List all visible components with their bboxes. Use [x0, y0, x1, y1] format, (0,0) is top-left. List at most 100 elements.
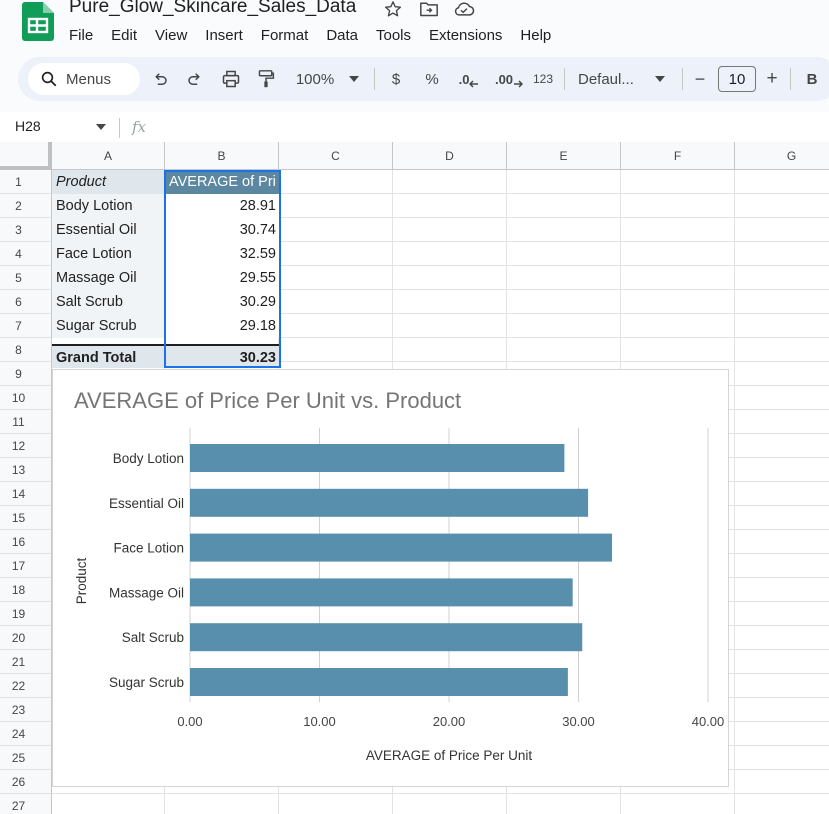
zoom-select[interactable]: 100%: [290, 66, 340, 92]
row-header-18[interactable]: 18: [0, 578, 52, 602]
row-header-1[interactable]: 1: [0, 170, 52, 194]
row-header-12[interactable]: 12: [0, 434, 52, 458]
x-tick-label: 10.00: [303, 714, 336, 729]
row-header-22[interactable]: 22: [0, 674, 52, 698]
pivot-product-cell[interactable]: Body Lotion: [52, 194, 165, 218]
chart-bar: [190, 444, 565, 472]
row-header-4[interactable]: 4: [0, 242, 52, 266]
toolbar-divider: [564, 68, 565, 90]
row-header-9[interactable]: 9: [0, 362, 52, 386]
font-size-input[interactable]: 10: [718, 66, 756, 92]
font-select[interactable]: Defaul...: [578, 66, 650, 92]
row-header-21[interactable]: 21: [0, 650, 52, 674]
minus-label: −: [694, 68, 706, 89]
bold-button[interactable]: B: [802, 66, 822, 92]
number-format-button[interactable]: 123: [528, 66, 558, 92]
column-header-e[interactable]: E: [507, 142, 621, 170]
row-header-26[interactable]: 26: [0, 770, 52, 794]
percent-format-button[interactable]: %: [421, 66, 443, 92]
pivot-average-cell[interactable]: 30.74: [165, 218, 280, 242]
menu-insert[interactable]: Insert: [196, 26, 252, 48]
menu-extensions[interactable]: Extensions: [420, 26, 511, 48]
row-header-24[interactable]: 24: [0, 722, 52, 746]
document-title[interactable]: Pure_Glow_Skincare_Sales_Data: [69, 0, 356, 18]
menu-edit[interactable]: Edit: [102, 26, 146, 48]
increase-decimal-button[interactable]: .00: [492, 66, 526, 92]
bar-chart[interactable]: AVERAGE of Price Per Unit vs. Product 0.…: [52, 369, 729, 787]
search-icon: [41, 71, 57, 87]
name-box[interactable]: H28: [15, 118, 41, 134]
column-header-b[interactable]: B: [165, 142, 279, 170]
zoom-dropdown-icon[interactable]: [346, 66, 362, 92]
search-menus-button[interactable]: Menus: [28, 63, 140, 95]
decrease-decimal-label: .0: [458, 71, 470, 87]
row-header-8[interactable]: 8: [0, 338, 52, 362]
column-header-a[interactable]: A: [52, 142, 165, 170]
menu-format[interactable]: Format: [252, 26, 318, 48]
chart-bar: [190, 668, 568, 696]
row-header-7[interactable]: 7: [0, 314, 52, 338]
row-header-13[interactable]: 13: [0, 458, 52, 482]
toolbar-divider: [682, 68, 683, 90]
pivot-average-cell[interactable]: 28.91: [165, 194, 280, 218]
row-header-14[interactable]: 14: [0, 482, 52, 506]
row-header-6[interactable]: 6: [0, 290, 52, 314]
pivot-average-cell[interactable]: 29.55: [165, 266, 280, 290]
pivot-average-cell[interactable]: 30.29: [165, 290, 280, 314]
row-header-15[interactable]: 15: [0, 506, 52, 530]
pivot-product-cell[interactable]: Sugar Scrub: [52, 314, 165, 338]
row-header-20[interactable]: 20: [0, 626, 52, 650]
chart-bar: [190, 533, 613, 562]
select-all-corner[interactable]: [0, 142, 52, 170]
column-header-c[interactable]: C: [279, 142, 393, 170]
row-header-25[interactable]: 25: [0, 746, 52, 770]
row-header-27[interactable]: 27: [0, 794, 52, 814]
toolbar: Menus 100% $ % .0 .00 123 Defaul... − 10…: [18, 57, 829, 101]
name-box-dropdown-icon[interactable]: [96, 124, 106, 130]
menu-help[interactable]: Help: [511, 26, 560, 48]
increase-font-size-button[interactable]: +: [762, 66, 782, 92]
search-menus-label: Menus: [66, 70, 112, 88]
pivot-header-average[interactable]: AVERAGE of Pri: [165, 170, 280, 194]
currency-format-button[interactable]: $: [386, 66, 406, 92]
row-header-10[interactable]: 10: [0, 386, 52, 410]
column-header-f[interactable]: F: [621, 142, 735, 170]
x-tick-label: 40.00: [692, 714, 725, 729]
menu-tools[interactable]: Tools: [367, 26, 420, 48]
row-header-2[interactable]: 2: [0, 194, 52, 218]
category-label: Essential Oil: [109, 496, 184, 511]
row-header-16[interactable]: 16: [0, 530, 52, 554]
row-header-19[interactable]: 19: [0, 602, 52, 626]
decrease-decimal-button[interactable]: .0: [454, 66, 484, 92]
row-header-17[interactable]: 17: [0, 554, 52, 578]
star-icon[interactable]: [382, 0, 404, 20]
row-header-3[interactable]: 3: [0, 218, 52, 242]
pivot-product-cell[interactable]: Essential Oil: [52, 218, 165, 242]
pivot-grand-total-value[interactable]: 30.23: [165, 344, 280, 368]
pivot-grand-total-label[interactable]: Grand Total: [52, 344, 165, 368]
sheets-logo-icon[interactable]: [22, 2, 54, 42]
pivot-average-cell[interactable]: 32.59: [165, 242, 280, 266]
menu-view[interactable]: View: [146, 26, 196, 48]
row-header-11[interactable]: 11: [0, 410, 52, 434]
menu-file[interactable]: File: [60, 26, 102, 48]
pivot-product-cell[interactable]: Salt Scrub: [52, 290, 165, 314]
undo-icon[interactable]: [148, 66, 172, 92]
pivot-header-product[interactable]: Product: [52, 170, 165, 194]
column-header-g[interactable]: G: [735, 142, 829, 170]
decrease-font-size-button[interactable]: −: [690, 66, 710, 92]
toolbar-divider: [374, 68, 375, 90]
pivot-average-cell[interactable]: 29.18: [165, 314, 280, 338]
pivot-product-cell[interactable]: Face Lotion: [52, 242, 165, 266]
font-dropdown-icon[interactable]: [652, 66, 668, 92]
column-header-d[interactable]: D: [393, 142, 507, 170]
row-header-5[interactable]: 5: [0, 266, 52, 290]
pivot-product-cell[interactable]: Massage Oil: [52, 266, 165, 290]
redo-icon[interactable]: [183, 66, 207, 92]
paint-format-icon[interactable]: [254, 66, 278, 92]
move-to-folder-icon[interactable]: [418, 0, 440, 20]
cloud-status-icon[interactable]: [453, 0, 475, 20]
menu-data[interactable]: Data: [317, 26, 367, 48]
row-header-23[interactable]: 23: [0, 698, 52, 722]
print-icon[interactable]: [218, 66, 244, 92]
